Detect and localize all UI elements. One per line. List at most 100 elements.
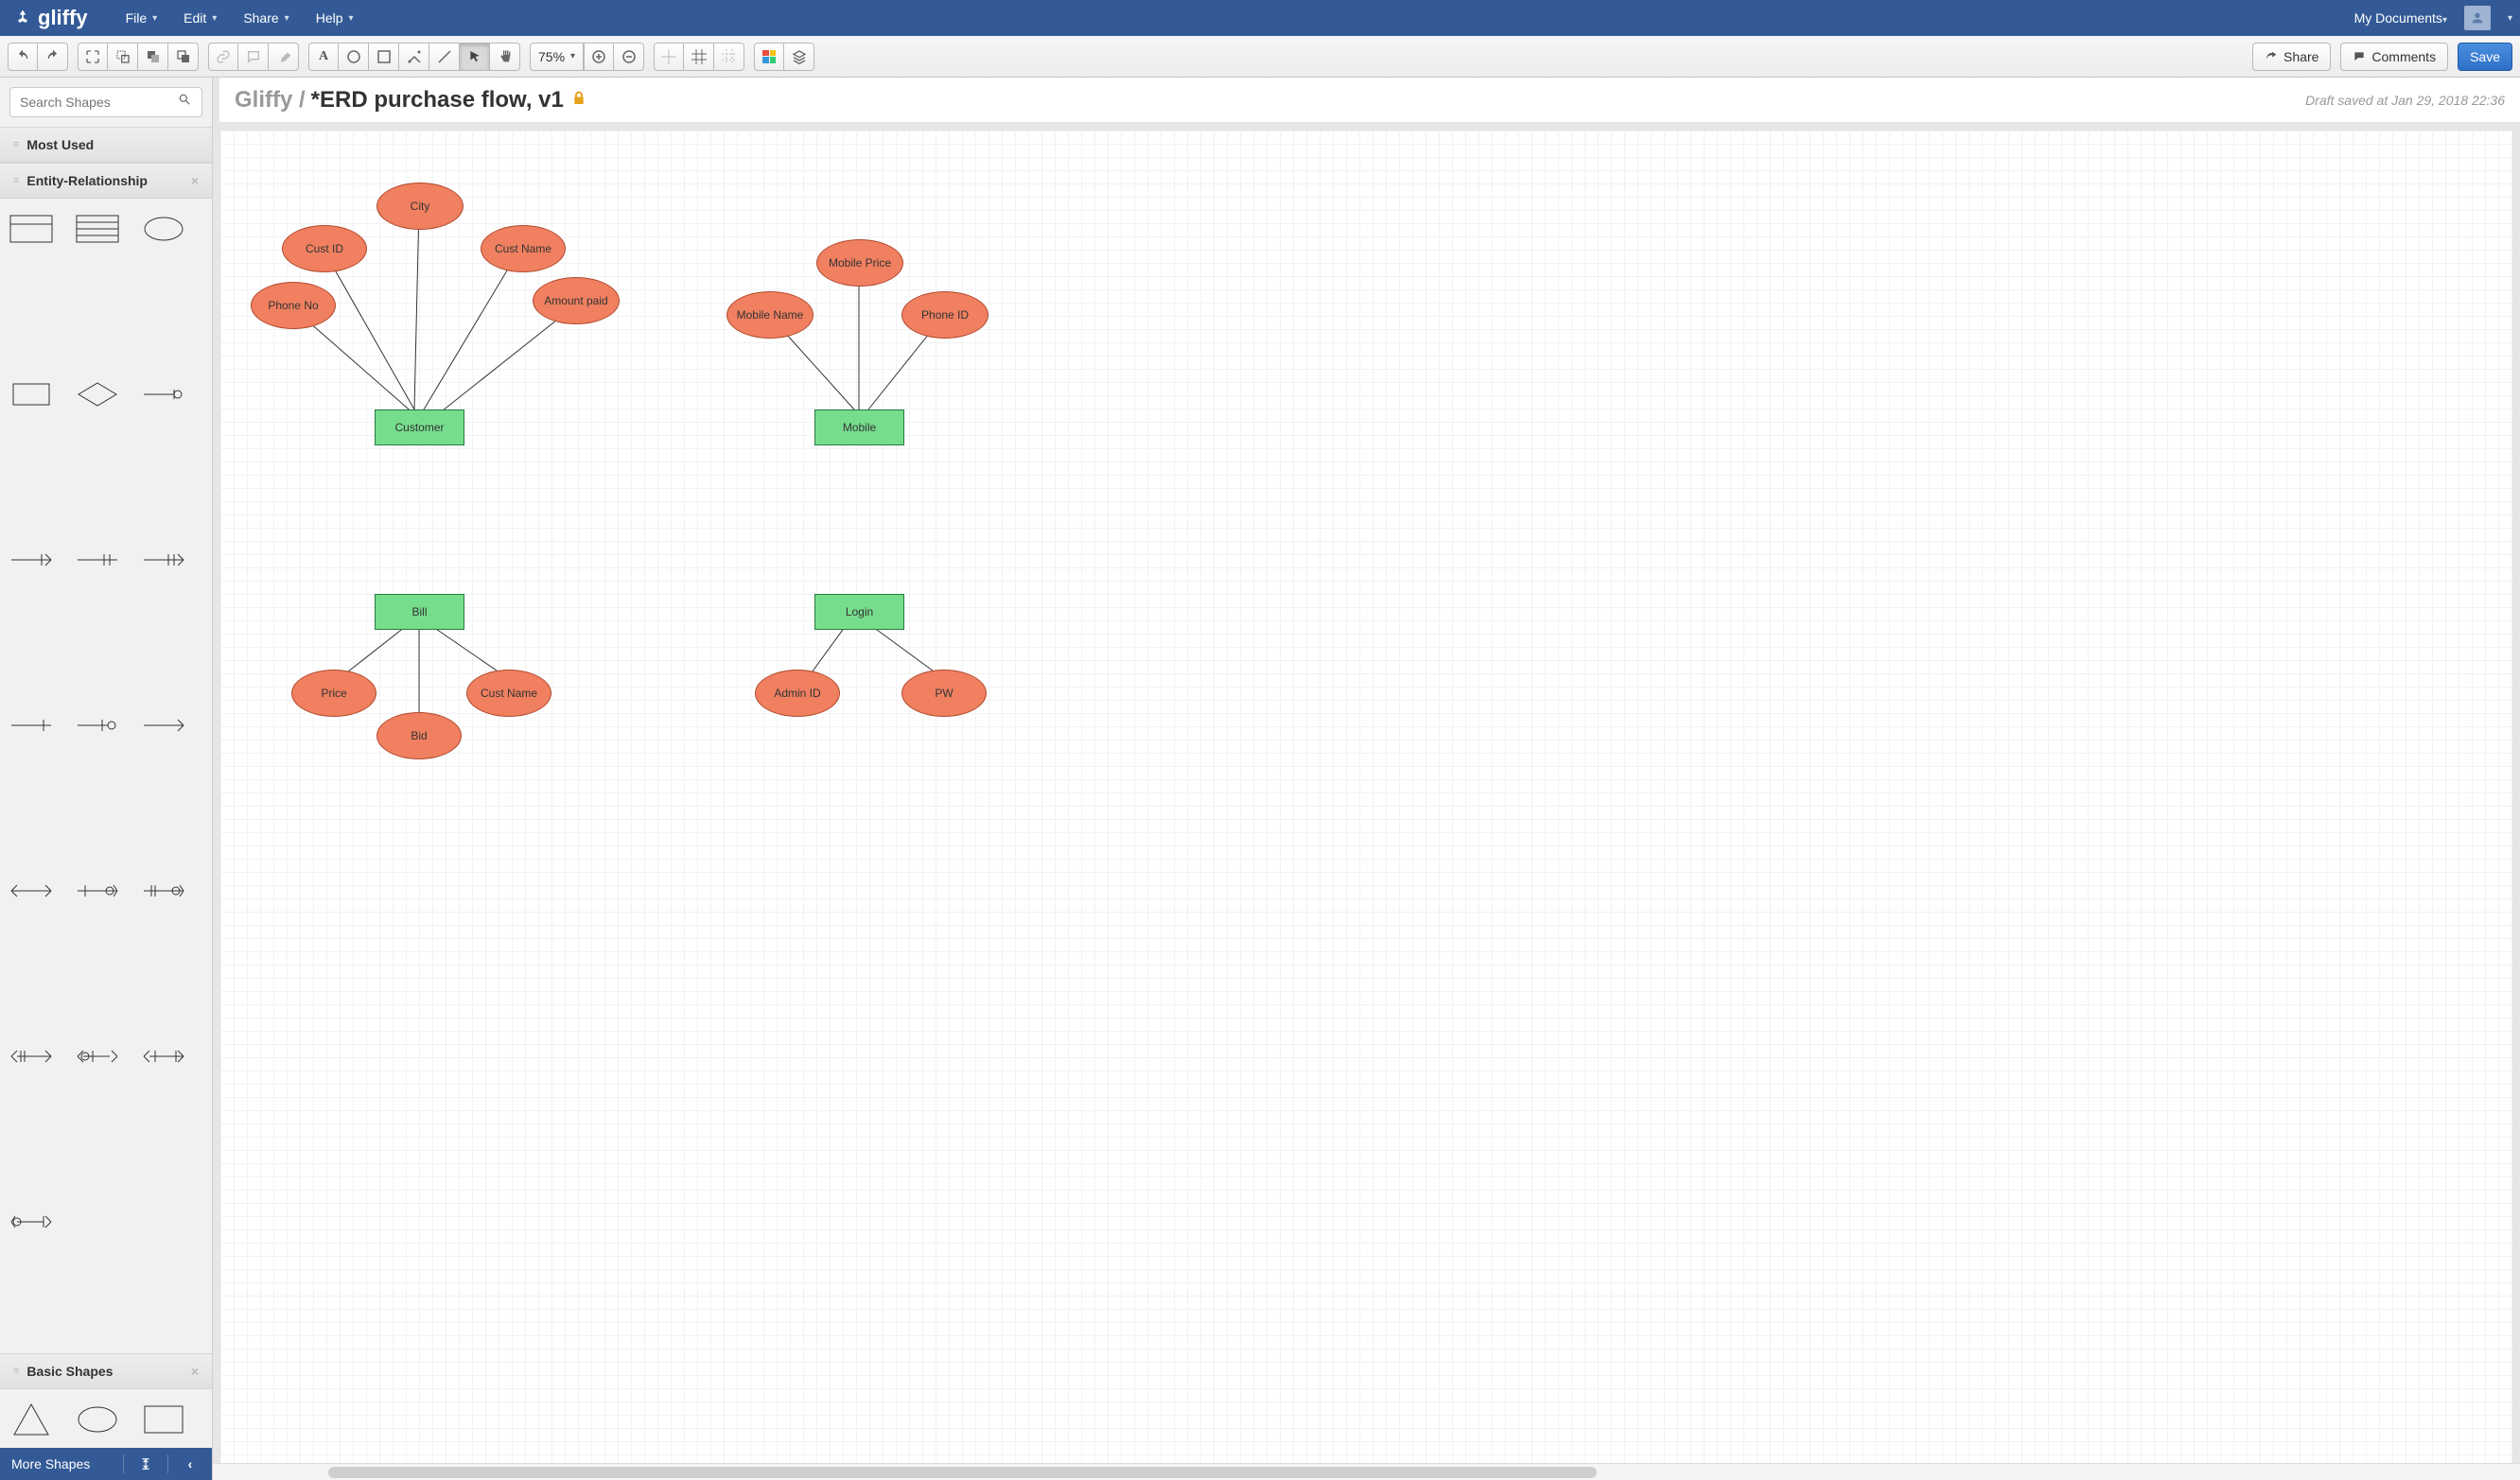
- undo-button[interactable]: [8, 43, 38, 71]
- shape-entity-box[interactable]: [8, 210, 55, 248]
- shape-crowfoot-3[interactable]: [140, 541, 187, 579]
- attr-mobile-price[interactable]: Mobile Price: [816, 239, 903, 287]
- attr-phone-id[interactable]: Phone ID: [901, 291, 989, 339]
- redo-button[interactable]: [38, 43, 68, 71]
- menu-help[interactable]: Help▾: [316, 10, 354, 26]
- save-button[interactable]: Save: [2458, 43, 2512, 71]
- breadcrumb[interactable]: Gliffy /: [235, 87, 306, 113]
- zoom-out-button[interactable]: [614, 43, 644, 71]
- shape-ellipse[interactable]: [74, 1401, 121, 1438]
- shape-triangle[interactable]: [8, 1401, 55, 1438]
- note-button[interactable]: [238, 43, 269, 71]
- shape-rect[interactable]: [8, 375, 55, 413]
- grid-button[interactable]: [684, 43, 714, 71]
- canvas-scroll[interactable]: Phone No Cust ID City Cust Name Amount p…: [213, 123, 2520, 1463]
- undo-redo-group: [8, 43, 68, 71]
- send-back-button[interactable]: [168, 43, 199, 71]
- shape-double-crow-3[interactable]: [140, 872, 187, 910]
- group-button[interactable]: [108, 43, 138, 71]
- layers-button[interactable]: [784, 43, 814, 71]
- shape-line-circle-end[interactable]: [140, 375, 187, 413]
- snap-button[interactable]: [654, 43, 684, 71]
- shape-double-crow-5[interactable]: [74, 1037, 121, 1075]
- document-title[interactable]: *ERD purchase flow, v1: [311, 87, 564, 113]
- back-icon: [176, 49, 191, 64]
- section-most-used[interactable]: ≡ Most Used: [0, 127, 212, 163]
- shape-rectangle[interactable]: [140, 1401, 187, 1438]
- search-icon: [178, 93, 191, 109]
- section-basic-shapes[interactable]: ≡ Basic Shapes ×: [0, 1353, 212, 1389]
- shape-attribute-ellipse[interactable]: [140, 210, 187, 248]
- shape-double-crow-4[interactable]: [8, 1037, 55, 1075]
- connector-tool[interactable]: [399, 43, 429, 71]
- attr-pw[interactable]: PW: [901, 670, 987, 717]
- menu-share[interactable]: Share▾: [243, 10, 289, 26]
- attr-cust-id[interactable]: Cust ID: [282, 225, 367, 272]
- attr-city[interactable]: City: [376, 183, 464, 230]
- rect-tool[interactable]: [369, 43, 399, 71]
- grid-group: [654, 43, 744, 71]
- chevron-down-icon[interactable]: ▾: [2508, 13, 2512, 24]
- shape-line-circle[interactable]: [74, 706, 121, 744]
- popup-button[interactable]: [269, 43, 299, 71]
- line-tool[interactable]: [429, 43, 460, 71]
- zoom-in-icon: [591, 49, 606, 64]
- shape-line-bar[interactable]: [8, 706, 55, 744]
- note-icon: [246, 49, 261, 64]
- grip-icon: ≡: [13, 139, 19, 150]
- more-shapes-link[interactable]: More Shapes: [11, 1456, 112, 1471]
- user-avatar[interactable]: [2464, 6, 2491, 30]
- attr-amount-paid[interactable]: Amount paid: [533, 277, 620, 324]
- zoom-in-button[interactable]: [584, 43, 614, 71]
- fit-button[interactable]: [78, 43, 108, 71]
- pan-tool[interactable]: [490, 43, 520, 71]
- entity-login[interactable]: Login: [814, 594, 904, 630]
- crosshair-icon: [661, 49, 676, 64]
- ellipse-tool[interactable]: [339, 43, 369, 71]
- link-button[interactable]: [208, 43, 238, 71]
- guides-button[interactable]: [714, 43, 744, 71]
- chevron-down-icon: ▾: [285, 13, 289, 24]
- expand-icon[interactable]: [135, 1454, 156, 1474]
- attr-cust-name[interactable]: Cust Name: [481, 225, 566, 272]
- pointer-tool[interactable]: [460, 43, 490, 71]
- collapse-sidebar-button[interactable]: ‹: [180, 1454, 201, 1474]
- section-entity-relationship[interactable]: ≡ Entity-Relationship ×: [0, 163, 212, 199]
- search-shapes-input[interactable]: [9, 87, 202, 117]
- shape-double-crow-6[interactable]: [140, 1037, 187, 1075]
- diagram-canvas[interactable]: Phone No Cust ID City Cust Name Amount p…: [220, 131, 2512, 1463]
- shape-double-crow-1[interactable]: [8, 872, 55, 910]
- shape-entity-rows[interactable]: [74, 210, 121, 248]
- horizontal-scrollbar[interactable]: [213, 1463, 2520, 1480]
- shape-crowfoot-1[interactable]: [8, 541, 55, 579]
- menu-file[interactable]: File▾: [126, 10, 158, 26]
- attr-bid[interactable]: Bid: [376, 712, 462, 759]
- pointer-icon: [468, 50, 481, 63]
- bring-front-button[interactable]: [138, 43, 168, 71]
- shape-diamond[interactable]: [74, 375, 121, 413]
- close-icon[interactable]: ×: [191, 173, 199, 188]
- attr-cust-name-2[interactable]: Cust Name: [466, 670, 551, 717]
- attr-phone-no[interactable]: Phone No: [251, 282, 336, 329]
- share-button[interactable]: Share: [2252, 43, 2331, 71]
- shape-line-plain[interactable]: [140, 706, 187, 744]
- shape-crowfoot-2[interactable]: [74, 541, 121, 579]
- chevron-down-icon: ▾: [152, 13, 157, 24]
- comments-button[interactable]: Comments: [2340, 43, 2448, 71]
- menu-my-documents[interactable]: My Documents▾: [2354, 10, 2447, 26]
- chevron-down-icon: ▾: [212, 13, 217, 24]
- scroll-thumb[interactable]: [328, 1467, 1597, 1478]
- theme-button[interactable]: [754, 43, 784, 71]
- entity-mobile[interactable]: Mobile: [814, 409, 904, 445]
- entity-customer[interactable]: Customer: [375, 409, 464, 445]
- attr-price[interactable]: Price: [291, 670, 376, 717]
- attr-admin-id[interactable]: Admin ID: [755, 670, 840, 717]
- text-tool[interactable]: A: [308, 43, 339, 71]
- zoom-select[interactable]: 75%▾: [530, 43, 584, 71]
- shape-double-crow-7[interactable]: [8, 1203, 55, 1241]
- entity-bill[interactable]: Bill: [375, 594, 464, 630]
- menu-edit[interactable]: Edit▾: [184, 10, 217, 26]
- shape-double-crow-2[interactable]: [74, 872, 121, 910]
- close-icon[interactable]: ×: [191, 1364, 199, 1379]
- attr-mobile-name[interactable]: Mobile Name: [726, 291, 814, 339]
